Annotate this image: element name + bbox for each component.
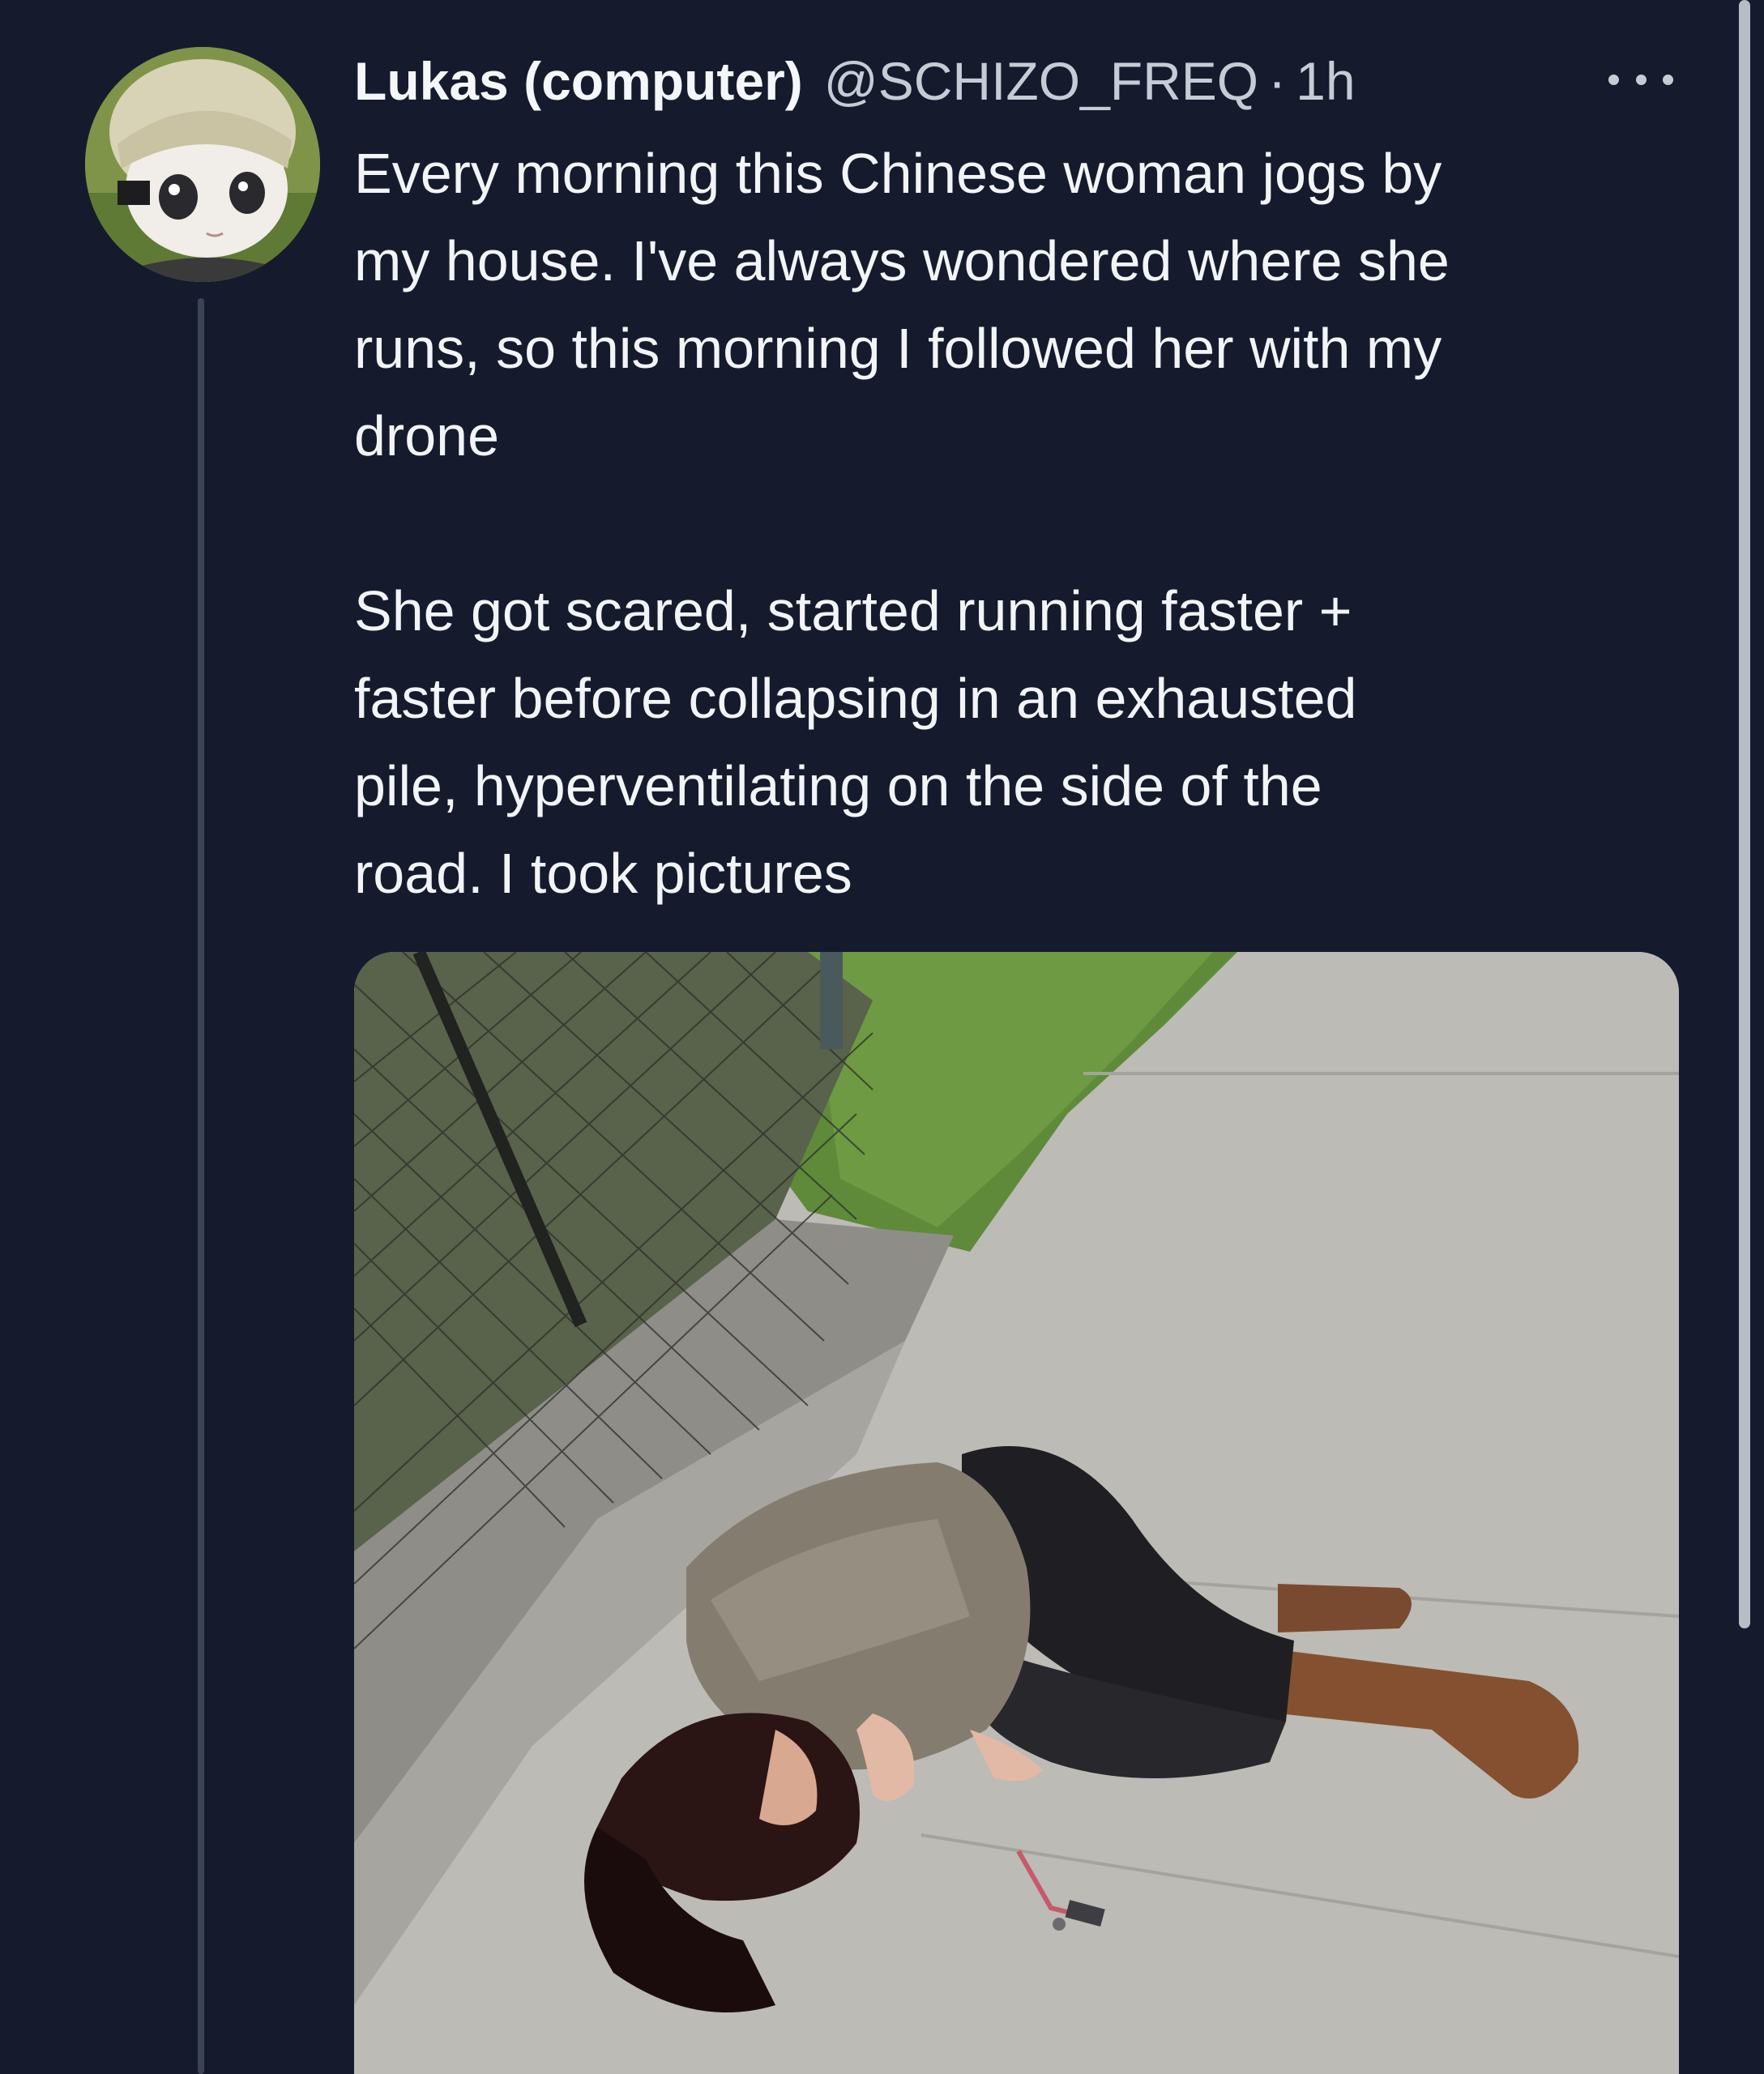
tweet-text-line: drone [354, 404, 500, 467]
author-display-name[interactable]: Lukas (computer) [354, 45, 803, 117]
tweet-text-line: my house. I've always wondered where she [354, 229, 1450, 292]
more-dot [1608, 74, 1619, 85]
more-dot [1663, 74, 1673, 85]
tweet-text-line: pile, hyperventilating on the side of th… [354, 754, 1322, 817]
tweet-media-photo[interactable] [354, 952, 1679, 2074]
author-handle[interactable]: @SCHIZO_FREQ [824, 45, 1258, 117]
thread-connector-line [198, 298, 204, 2074]
tweet-text-line: She got scared, started running faster + [354, 579, 1352, 642]
anime-avatar-icon [85, 47, 320, 282]
tweet-text-line: road. I took pictures [354, 842, 852, 905]
tweet-text: Every morning this Chinese woman jogs by… [354, 130, 1715, 917]
tweet-header: Lukas (computer) @SCHIZO_FREQ · 1h [354, 45, 1356, 117]
more-dot [1635, 74, 1647, 85]
tweet-timestamp[interactable]: 1h [1296, 45, 1355, 117]
tweet: Lukas (computer) @SCHIZO_FREQ · 1h Every… [0, 0, 1764, 2074]
tweet-text-line: runs, so this morning I followed her wit… [354, 317, 1442, 380]
header-separator: · [1268, 51, 1287, 111]
tweet-text-line: Every morning this Chinese woman jogs by [354, 142, 1442, 205]
tweet-text-line: faster before collapsing in an exhausted [354, 667, 1357, 730]
author-avatar[interactable] [85, 47, 320, 282]
more-horizontal-icon[interactable] [1608, 63, 1673, 96]
scrollbar-thumb[interactable] [1739, 0, 1750, 1628]
photo-image [354, 952, 1679, 2074]
